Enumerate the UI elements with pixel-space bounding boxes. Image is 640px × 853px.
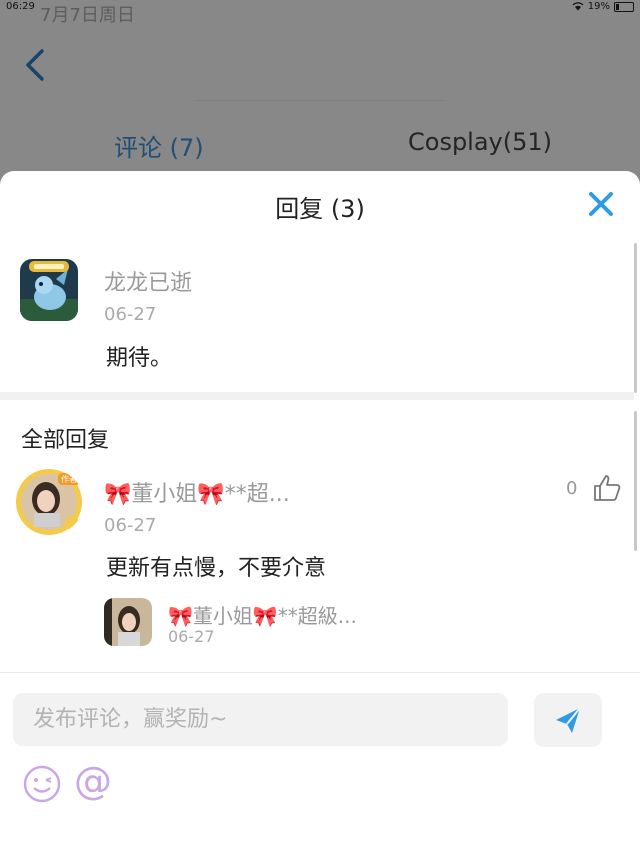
woman-avatar-image-small <box>104 598 152 646</box>
original-username[interactable]: 龙龙已逝 <box>104 265 192 297</box>
reply-username[interactable]: 🎀董小姐🎀**超... <box>104 476 290 508</box>
avatar[interactable]: 作者 <box>14 469 84 535</box>
avatar[interactable] <box>20 259 78 321</box>
avatar[interactable] <box>104 598 152 646</box>
dragon-avatar-image <box>20 259 78 321</box>
svg-text:作者: 作者 <box>61 474 77 484</box>
comment-input[interactable] <box>13 693 508 746</box>
woman-avatar-image: 作者 <box>16 469 82 535</box>
close-icon[interactable] <box>586 189 616 219</box>
send-button[interactable] <box>534 693 602 747</box>
original-date: 06-27 <box>104 304 157 325</box>
nested-reply-username[interactable]: 🎀董小姐🎀**超級... <box>168 600 357 629</box>
sheet-title: 回复 (3) <box>275 195 365 223</box>
send-icon <box>556 707 581 733</box>
like-count: 0 <box>566 478 578 499</box>
emoji-icon[interactable] <box>22 764 62 804</box>
comment-composer: @ <box>0 672 640 853</box>
thumbs-up-icon[interactable] <box>592 473 622 503</box>
reply-content: 更新有点慢，不要介意 <box>106 556 327 581</box>
scrollbar[interactable] <box>634 243 637 393</box>
section-divider <box>0 392 634 400</box>
at-icon[interactable]: @ <box>74 759 112 803</box>
reply-sheet: 回复 (3) 龙龙已逝 06-27 期待。 全部回复 作者 🎀董小姐🎀**超..… <box>0 171 640 853</box>
nested-reply-date: 06-27 <box>168 627 215 646</box>
reply-date: 06-27 <box>104 515 157 536</box>
scrollbar-lower <box>634 411 637 551</box>
all-replies-title: 全部回复 <box>21 428 110 453</box>
original-content: 期待。 <box>106 346 173 371</box>
